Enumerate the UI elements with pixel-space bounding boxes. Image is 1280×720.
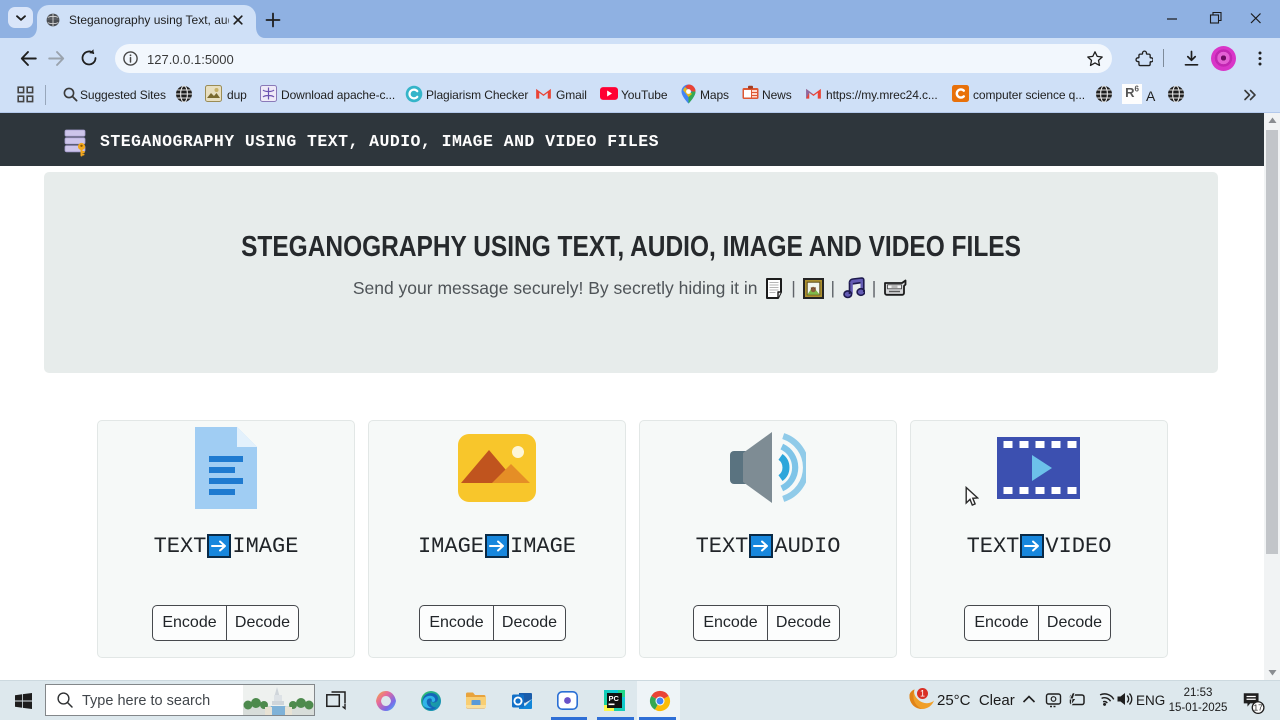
svg-text:PC: PC bbox=[609, 694, 620, 703]
svg-text:17: 17 bbox=[1253, 702, 1263, 712]
svg-text:1: 1 bbox=[920, 689, 925, 699]
